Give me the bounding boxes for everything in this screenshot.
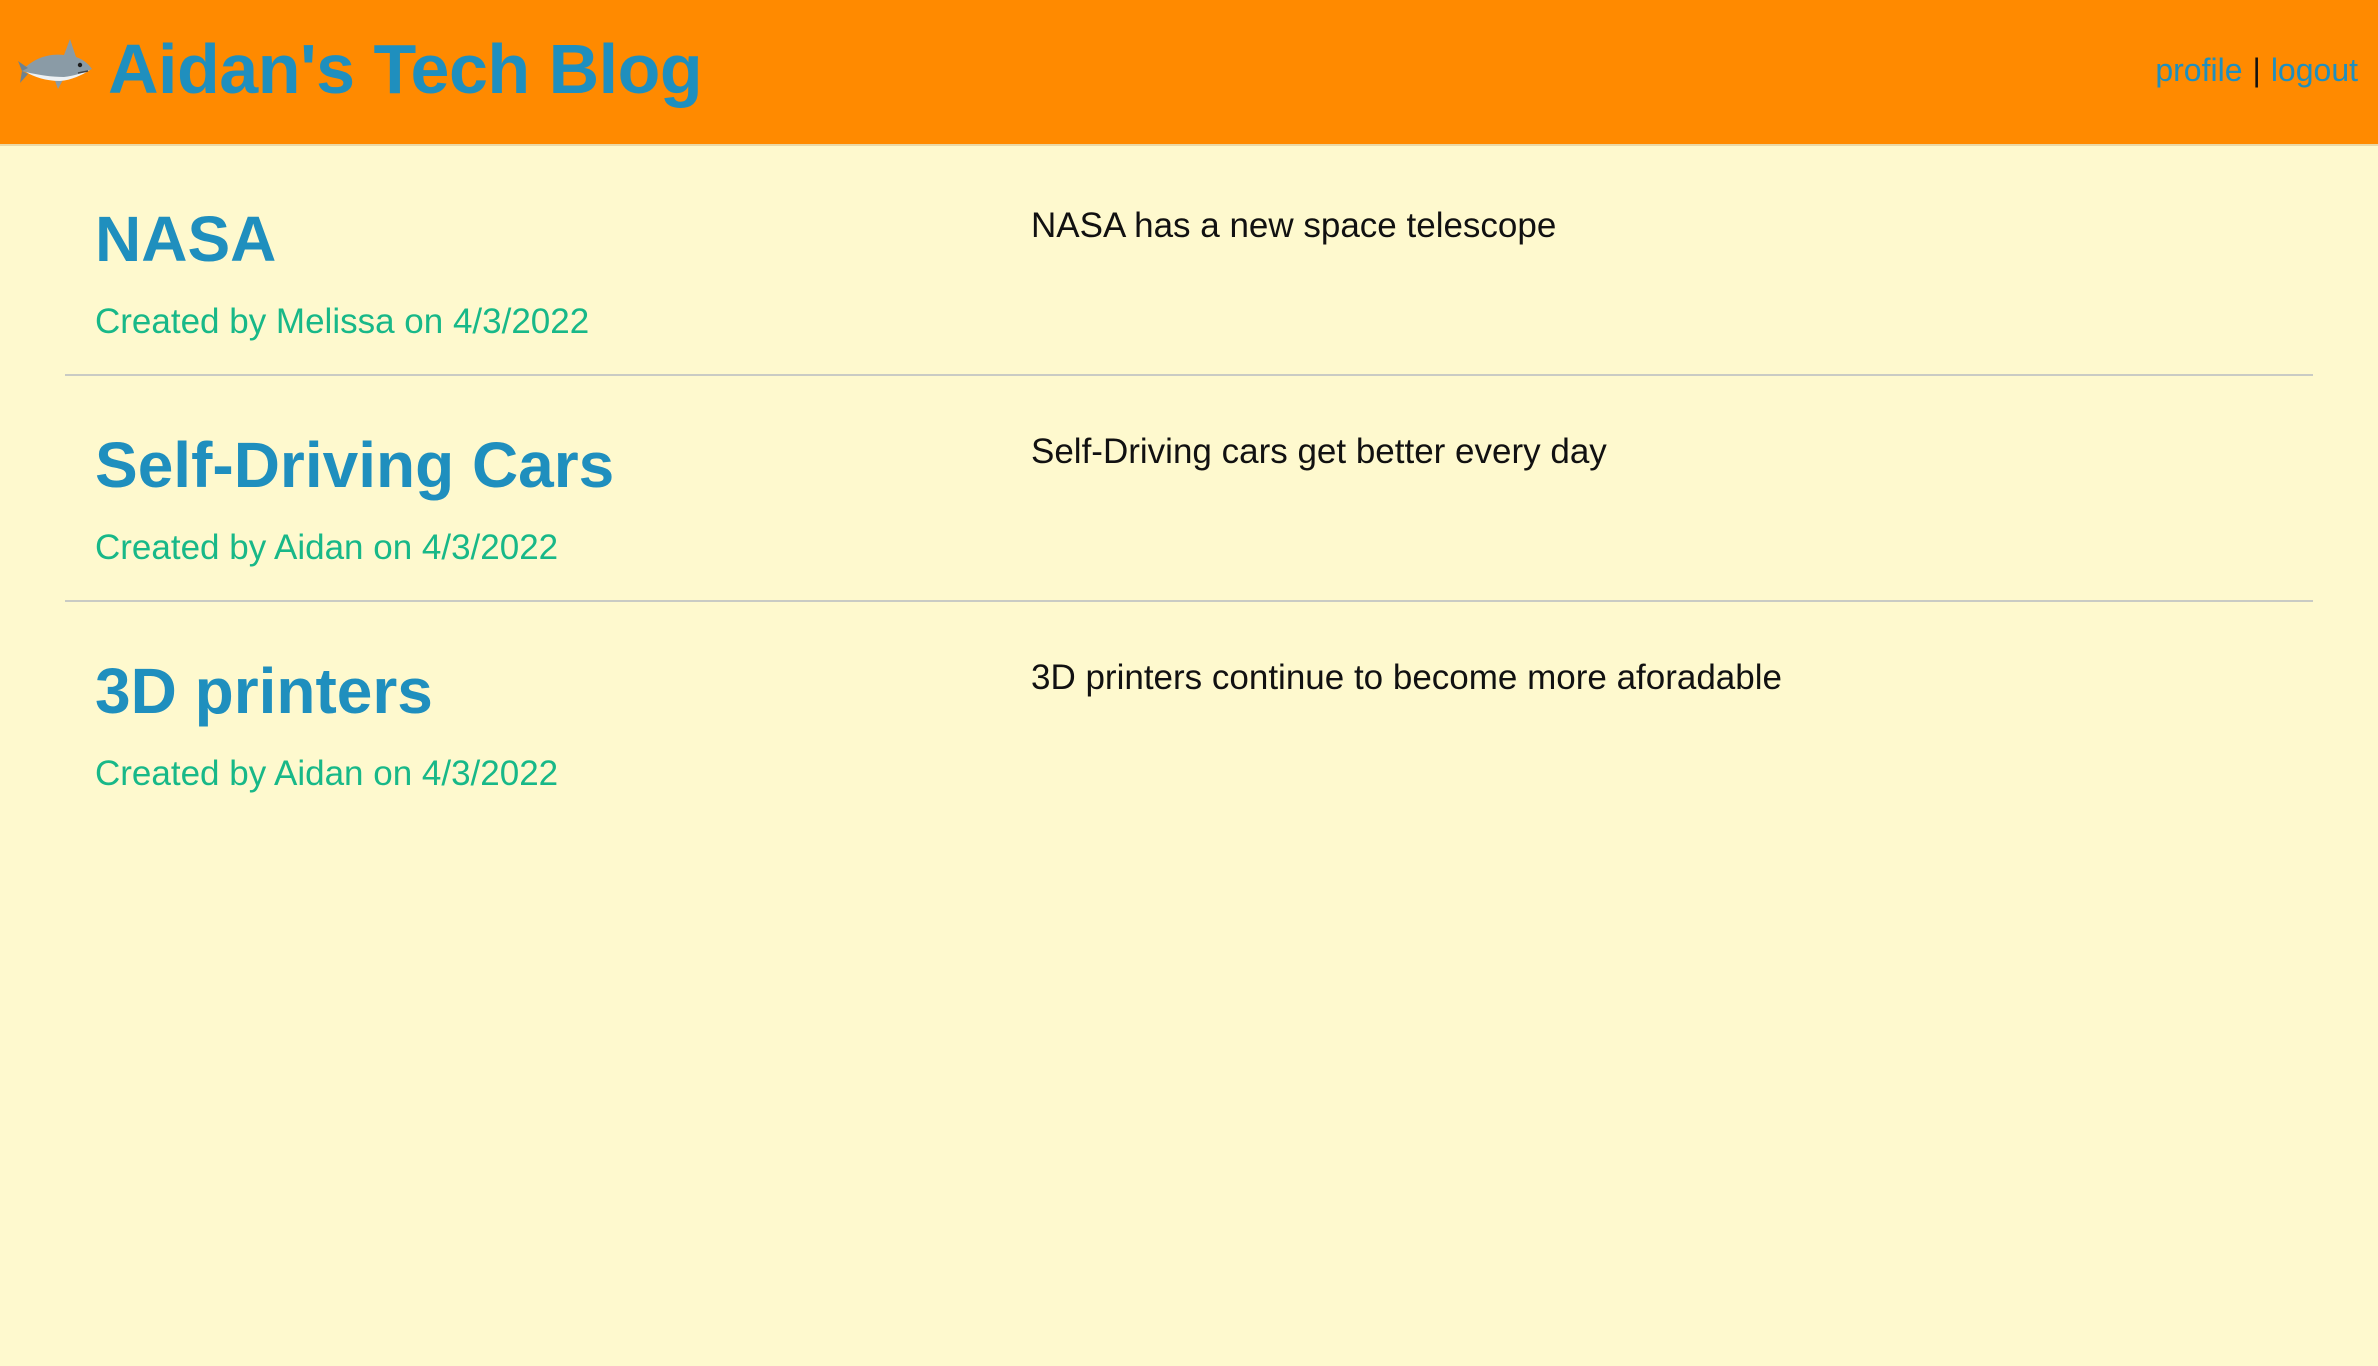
shark-icon: [18, 31, 94, 107]
post-title[interactable]: 3D printers: [95, 654, 433, 728]
post-body: NASA has a new space telescope: [1031, 206, 1557, 245]
home-link[interactable]: Aidan's Tech Blog: [18, 24, 703, 114]
post-meta: Created by Melissa on 4/3/2022: [95, 302, 590, 341]
header-nav: profile | logout: [2155, 52, 2358, 89]
post-item[interactable]: NASA Created by Melissa on 4/3/2022 NASA…: [65, 150, 2313, 376]
post-list: NASA Created by Melissa on 4/3/2022 NASA…: [65, 150, 2313, 828]
nav-separator: |: [2252, 52, 2261, 88]
logout-link[interactable]: logout: [2271, 52, 2358, 88]
post-meta: Created by Aidan on 4/3/2022: [95, 528, 559, 567]
post-body: Self-Driving cars get better every day: [1031, 432, 1607, 471]
post-body: 3D printers continue to become more afor…: [1031, 658, 1782, 697]
post-title[interactable]: Self-Driving Cars: [95, 428, 614, 502]
profile-link[interactable]: profile: [2155, 52, 2242, 88]
post-item[interactable]: Self-Driving Cars Created by Aidan on 4/…: [65, 376, 2313, 602]
post-title[interactable]: NASA: [95, 202, 276, 276]
site-header: Aidan's Tech Blog profile | logout: [0, 0, 2378, 146]
post-meta: Created by Aidan on 4/3/2022: [95, 754, 559, 793]
site-title: Aidan's Tech Blog: [108, 30, 703, 108]
post-item[interactable]: 3D printers Created by Aidan on 4/3/2022…: [65, 602, 2313, 828]
